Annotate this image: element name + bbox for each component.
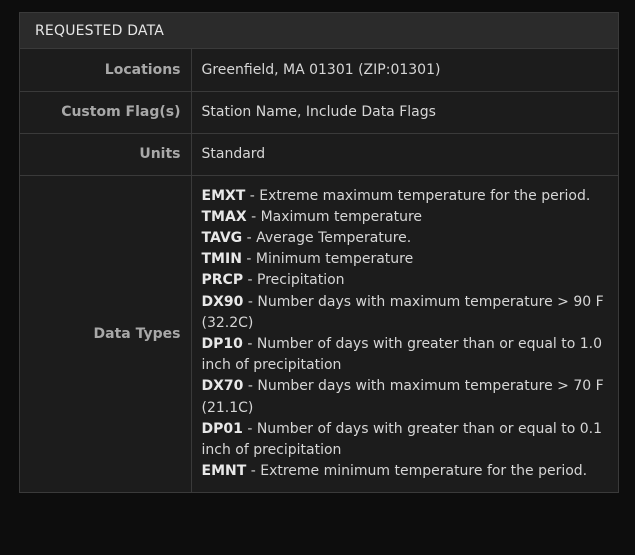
row-label-custom-flags: Custom Flag(s) xyxy=(20,90,192,133)
data-type-code: PRCP xyxy=(201,272,244,289)
data-type-code: TMIN xyxy=(201,251,242,268)
data-type-desc: - Number of days with greater than or eq… xyxy=(201,335,603,374)
table-row-units: Units Standard xyxy=(20,132,618,175)
data-type-desc: - Minimum temperature xyxy=(241,251,414,268)
data-type-item: DX70 - Number days with maximum temperat… xyxy=(202,376,611,418)
data-type-code: EMNT xyxy=(201,463,247,480)
data-type-desc: - Extreme maximum temperature for the pe… xyxy=(245,187,591,204)
data-type-item: TAVG - Average Temperature. xyxy=(202,228,611,249)
data-type-item: PRCP - Precipitation xyxy=(202,270,611,291)
data-type-desc: - Number of days with greater than or eq… xyxy=(201,420,603,458)
requested-data-panel: REQUESTED DATA Locations Greenfield, MA … xyxy=(19,12,619,494)
data-type-code: DX90 xyxy=(201,293,244,310)
data-types-list: EMXT - Extreme maximum temperature for t… xyxy=(191,174,618,493)
table-row-data-types: Data Types EMXT - Extreme maximum temper… xyxy=(20,174,618,493)
data-type-code: DX70 xyxy=(201,378,244,395)
data-type-desc: - Number days with maximum temperature >… xyxy=(201,293,604,331)
row-value-units: Standard xyxy=(191,132,618,175)
data-type-desc: - Average Temperature. xyxy=(242,229,412,246)
row-label-locations: Locations xyxy=(20,49,192,91)
data-type-code: TAVG xyxy=(201,229,243,246)
data-type-item: DX90 - Number days with maximum temperat… xyxy=(202,292,611,334)
data-type-code: DP10 xyxy=(201,335,243,352)
data-type-item: TMIN - Minimum temperature xyxy=(202,249,611,270)
data-type-item: DP01 - Number of days with greater than … xyxy=(202,419,611,461)
row-value-custom-flags: Station Name, Include Data Flags xyxy=(191,90,618,133)
data-type-item: EMNT - Extreme minimum temperature for t… xyxy=(202,461,611,482)
data-type-item: EMXT - Extreme maximum temperature for t… xyxy=(202,186,611,207)
data-type-item: TMAX - Maximum temperature xyxy=(202,207,611,228)
table-row-locations: Locations Greenfield, MA 01301 (ZIP:0130… xyxy=(20,49,618,91)
data-type-desc: - Number days with maximum temperature >… xyxy=(201,378,604,416)
panel-title: REQUESTED DATA xyxy=(20,13,618,49)
row-label-units: Units xyxy=(20,132,192,175)
data-type-code: TMAX xyxy=(201,208,247,225)
row-value-locations: Greenfield, MA 01301 (ZIP:01301) xyxy=(201,61,441,78)
table-row-custom-flags: Custom Flag(s) Station Name, Include Dat… xyxy=(20,90,618,133)
data-type-code: EMXT xyxy=(201,187,246,204)
data-type-desc: - Precipitation xyxy=(243,272,345,289)
data-type-item: DP10 - Number of days with greater than … xyxy=(202,334,611,376)
requested-data-table: Locations Greenfield, MA 01301 (ZIP:0130… xyxy=(20,49,618,493)
row-label-data-types: Data Types xyxy=(20,174,192,493)
data-type-code: DP01 xyxy=(201,420,243,437)
data-type-desc: - Maximum temperature xyxy=(246,208,423,225)
data-type-desc: - Extreme minimum temperature for the pe… xyxy=(246,463,588,480)
